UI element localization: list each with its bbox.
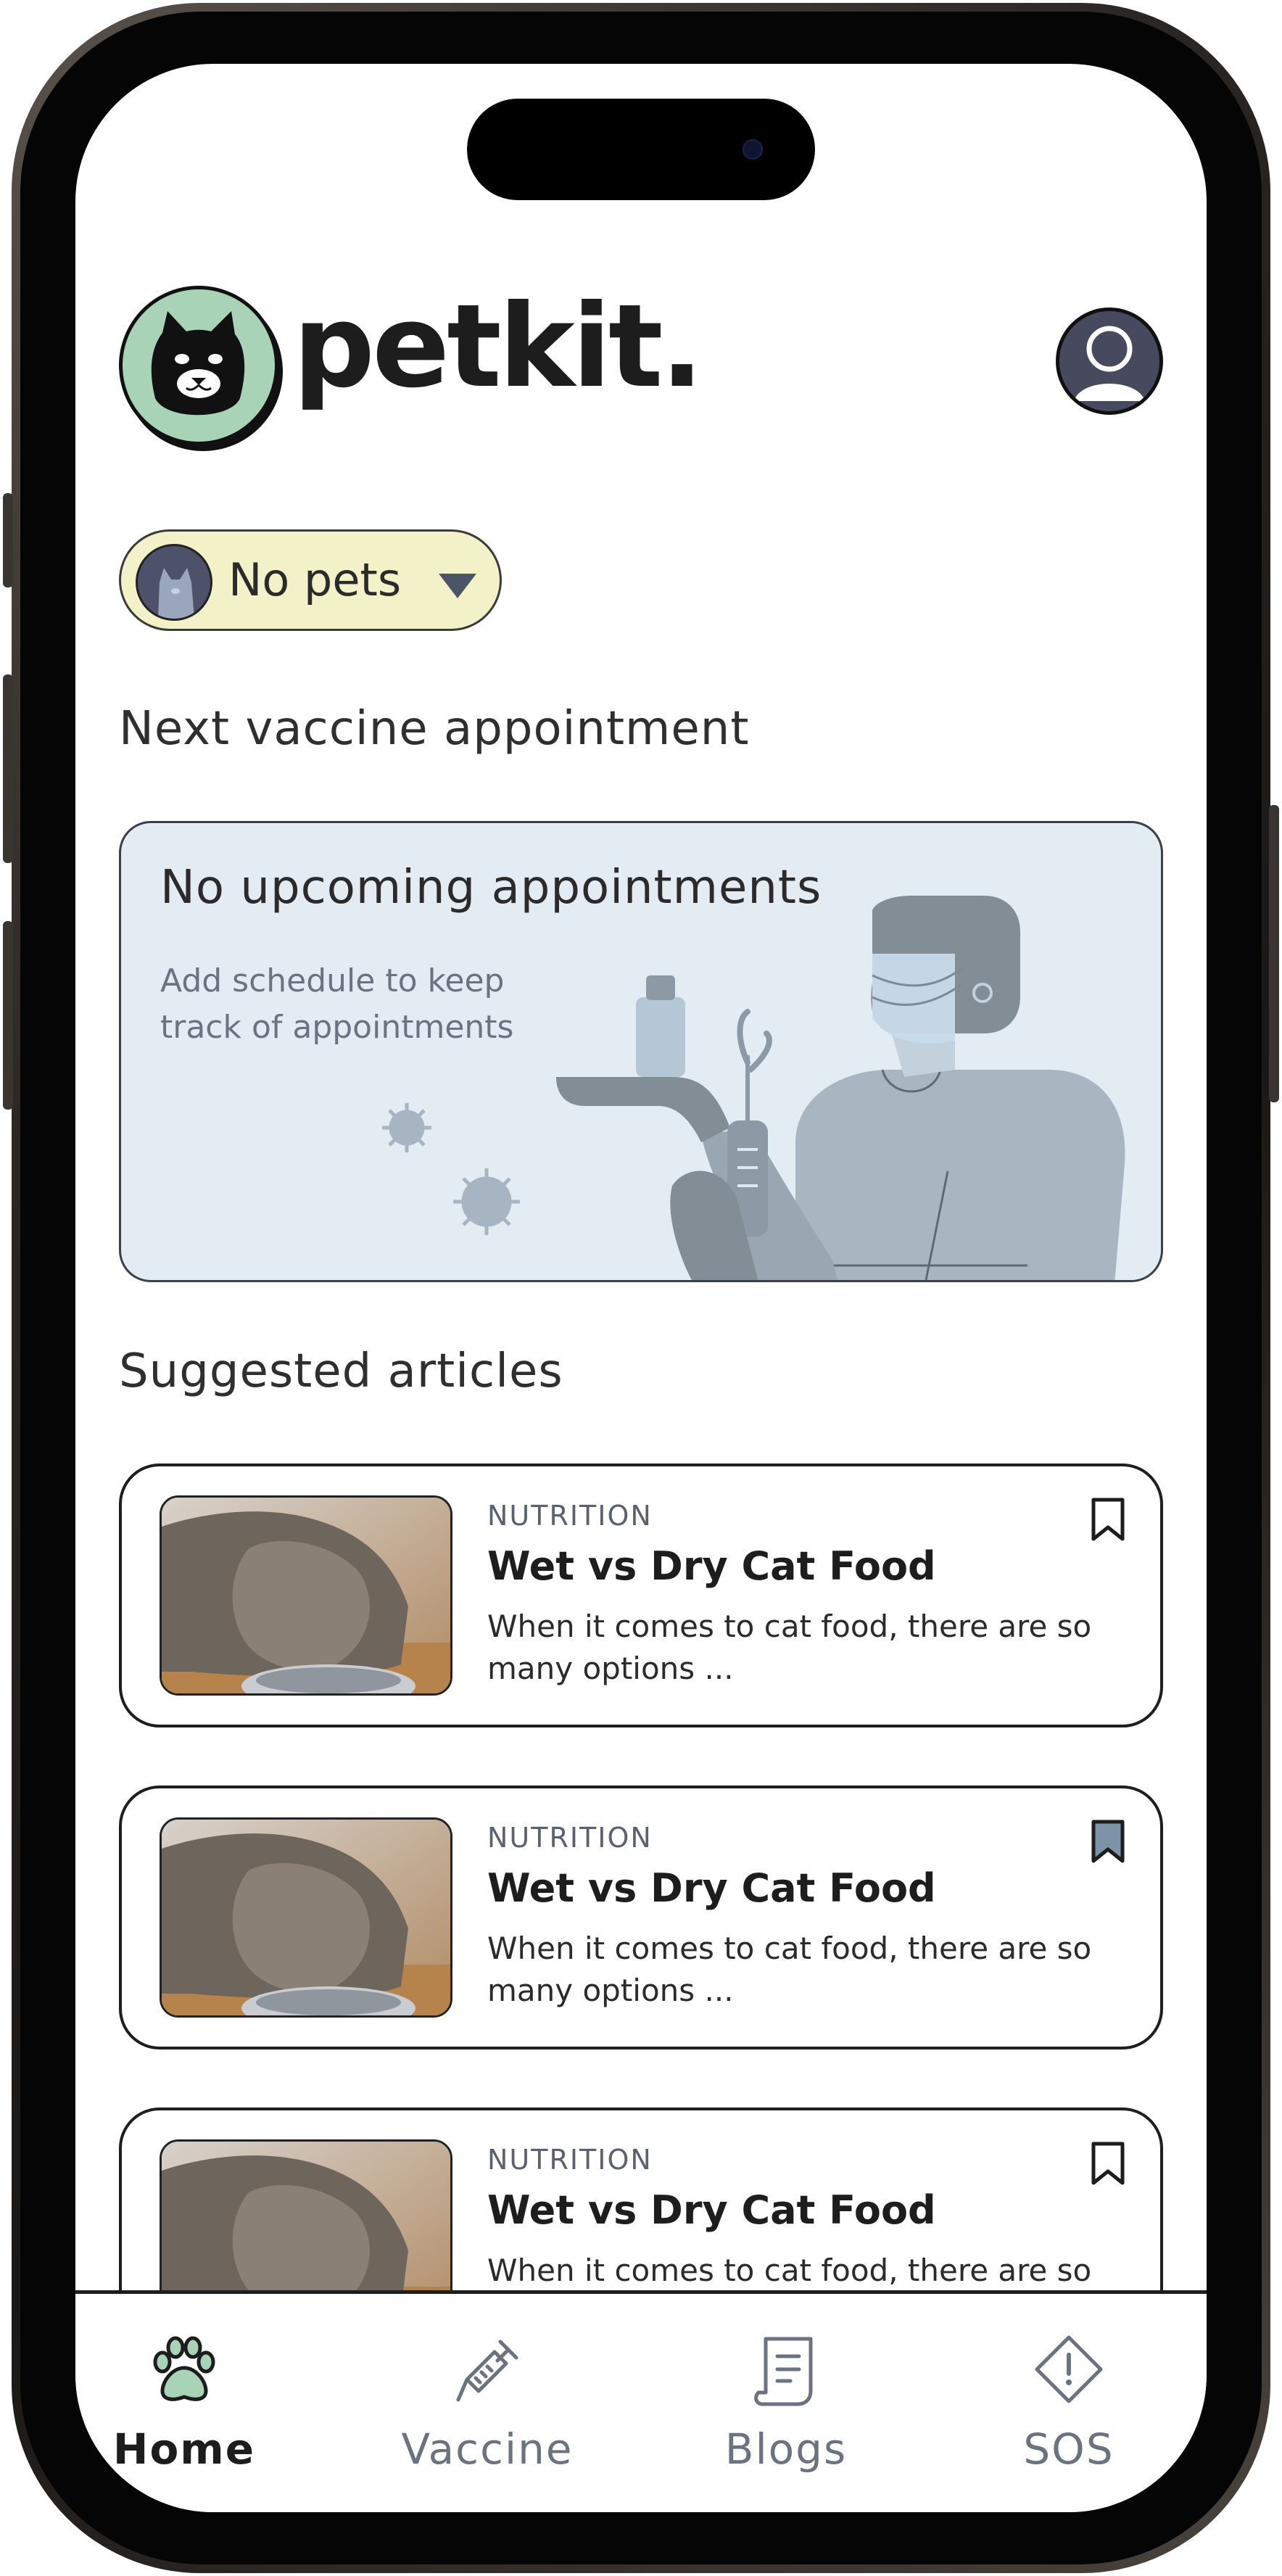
profile-avatar-button[interactable] — [1056, 307, 1163, 415]
user-icon — [1074, 326, 1145, 401]
section-title-articles: Suggested articles — [119, 1345, 563, 1398]
article-thumbnail — [160, 1495, 452, 1696]
appointment-empty-subtitle: Add schedule to keep track of appointmen… — [160, 962, 514, 1046]
article-thumbnail — [160, 1817, 452, 2018]
appointment-empty-title: No upcoming appointments — [160, 861, 822, 915]
article-description: When it comes to cat food, there are so … — [487, 1609, 1092, 1686]
nav-label-blogs: Blogs — [724, 2424, 848, 2474]
pet-selector-label: No pets — [228, 553, 402, 606]
paw-icon — [153, 2336, 215, 2401]
bookmark-filled-icon[interactable] — [1089, 1819, 1127, 1865]
article-category: NUTRITION — [487, 1822, 653, 1854]
pet-avatar-icon — [136, 544, 212, 621]
nav-item-blogs[interactable]: Blogs — [677, 2333, 895, 2478]
alert-icon — [1035, 2335, 1103, 2403]
article-category: NUTRITION — [487, 2144, 653, 2176]
phone-side-button — [3, 674, 13, 863]
pet-selector-dropdown[interactable]: No pets — [119, 529, 502, 631]
app-screen: petkit. No pets Next vaccine appointment — [75, 64, 1207, 2512]
phone-side-button — [3, 493, 13, 587]
cat-logo-icon — [119, 286, 278, 445]
nav-item-vaccine[interactable]: Vaccine — [379, 2333, 596, 2478]
article-description: When it comes to cat food, there are so … — [487, 1931, 1092, 2008]
document-icon — [754, 2337, 813, 2406]
phone-side-button — [1269, 805, 1279, 1102]
bottom-navigation-bar: Home Vaccine Blogs SOS — [75, 2290, 1207, 2512]
nav-label-home: Home — [112, 2424, 256, 2474]
article-card[interactable]: NUTRITION Wet vs Dry Cat Food When it co… — [119, 1786, 1163, 2049]
article-title: Wet vs Dry Cat Food — [487, 2187, 936, 2233]
bookmark-outline-icon[interactable] — [1089, 2141, 1127, 2187]
phone-side-button — [3, 921, 13, 1110]
section-title-appointments: Next vaccine appointment — [119, 702, 750, 756]
brand-wordmark: petkit. — [293, 280, 704, 413]
nav-item-home[interactable]: Home — [75, 2333, 293, 2478]
article-title: Wet vs Dry Cat Food — [487, 1543, 936, 1589]
syringe-icon — [456, 2340, 518, 2402]
dynamic-island — [467, 99, 815, 200]
front-camera — [743, 139, 763, 160]
nav-label-vaccine: Vaccine — [401, 2424, 574, 2474]
article-category: NUTRITION — [487, 1500, 653, 1532]
appointment-card[interactable]: No upcoming appointments Add schedule to… — [119, 821, 1163, 1282]
nav-label-sos: SOS — [1023, 2424, 1114, 2474]
article-title: Wet vs Dry Cat Food — [487, 1865, 936, 1911]
caret-down-icon — [439, 574, 476, 598]
nav-item-sos[interactable]: SOS — [960, 2333, 1178, 2478]
bookmark-outline-icon[interactable] — [1089, 1497, 1127, 1543]
article-card[interactable]: NUTRITION Wet vs Dry Cat Food When it co… — [119, 1464, 1163, 1727]
